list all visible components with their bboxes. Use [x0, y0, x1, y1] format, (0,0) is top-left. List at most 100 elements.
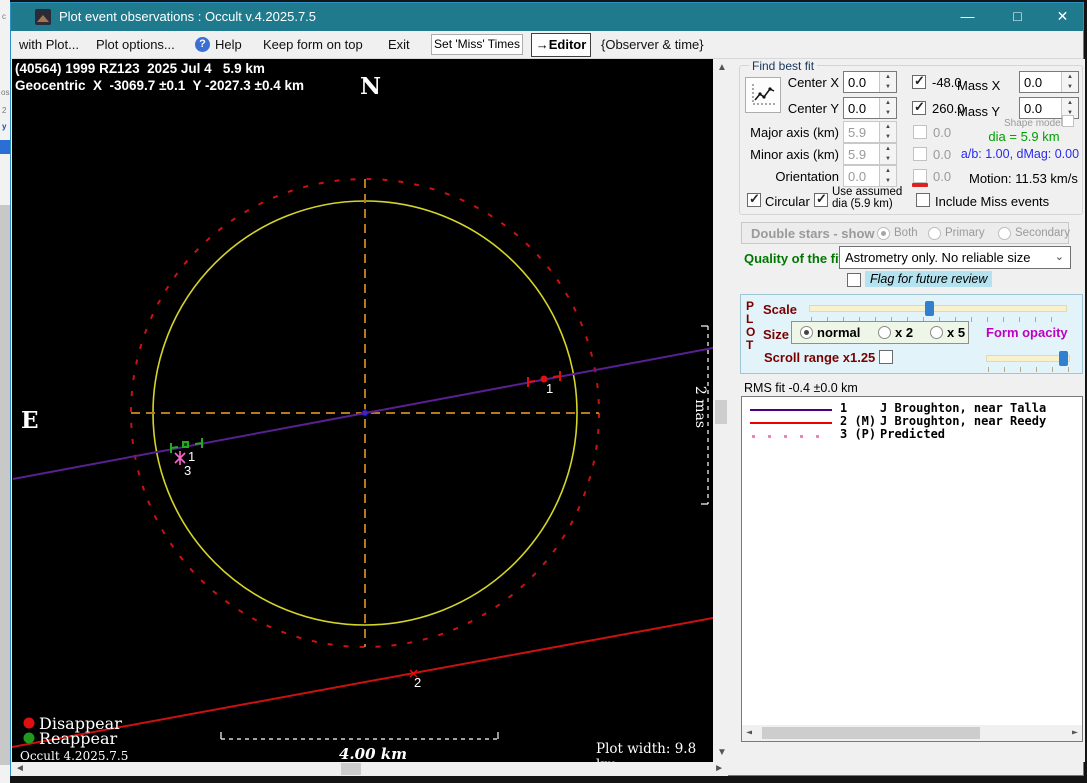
center-y-label: Center Y — [769, 101, 839, 116]
scale-slider[interactable] — [809, 305, 1067, 312]
center-x-spin-buttons[interactable]: ▲▼ — [879, 72, 896, 92]
scroll-up-icon[interactable]: ▲ — [717, 61, 727, 75]
size-normal-radio[interactable] — [800, 326, 813, 339]
east-label: E — [21, 407, 39, 434]
edge-text-fragment: c — [2, 12, 6, 21]
use-assumed-checkbox[interactable] — [814, 193, 828, 207]
reappear-dot — [24, 733, 35, 744]
mass-x-label: Mass X — [957, 78, 1000, 93]
scroll-range-checkbox[interactable] — [879, 350, 893, 364]
offset-y-checkbox[interactable] — [912, 101, 926, 115]
set-miss-times-button[interactable]: Set 'Miss' Times — [431, 34, 523, 55]
orientation-err-label: 0.0 — [933, 169, 951, 184]
flag-review-checkbox[interactable] — [847, 273, 861, 287]
observer-row-num: 1 — [840, 401, 847, 415]
center-y-value: 0.0 — [848, 101, 866, 116]
size-x2-radio[interactable] — [878, 326, 891, 339]
mass-y-label: Mass Y — [957, 104, 1000, 119]
menu-bar: with Plot... Plot options... ? Help Keep… — [11, 31, 1083, 59]
chord2-label: 2 — [414, 675, 421, 690]
plot-hscroll-thumb[interactable] — [341, 763, 361, 775]
ab-dmag-label: a/b: 1.00, dMag: 0.00 — [957, 147, 1083, 161]
form-opacity-button[interactable]: Form opacity — [986, 325, 1068, 340]
edge-selected-row — [0, 140, 10, 154]
control-panel: Find best fit Center X 0.0 ▲▼ -48.0 Mass… — [729, 59, 1085, 762]
major-axis-label: Major axis (km) — [749, 125, 839, 140]
opacity-slider-ticks — [988, 367, 1070, 372]
chord1-line-sample — [750, 409, 832, 411]
plot-horizontal-scrollbar[interactable]: ◄ ► — [11, 762, 728, 776]
include-miss-checkbox[interactable] — [916, 193, 930, 207]
orientation-label: Orientation — [749, 169, 839, 184]
scroll-right-icon[interactable]: ► — [714, 762, 724, 776]
size-x5-radio[interactable] — [930, 326, 943, 339]
list-scroll-left-icon[interactable]: ◄ — [746, 726, 752, 740]
window-title: Plot event observations : Occult v.4.202… — [59, 9, 316, 24]
circular-checkbox[interactable] — [747, 193, 761, 207]
scale-label: Scale — [763, 302, 797, 317]
list-hscroll-thumb[interactable] — [762, 727, 980, 739]
plot-letter-t: T — [746, 338, 753, 352]
list-scroll-right-icon[interactable]: ► — [1072, 726, 1078, 740]
maximize-button[interactable]: □ — [995, 3, 1040, 31]
minor-axis-err-checkbox — [913, 147, 927, 161]
opacity-slider-track[interactable] — [986, 355, 1070, 362]
double-stars-secondary-radio — [998, 227, 1011, 240]
scroll-down-icon[interactable]: ▼ — [717, 746, 727, 760]
quality-dropdown[interactable]: Astrometry only. No reliable size ⌄ — [839, 246, 1071, 269]
scroll-range-label: Scroll range x1.25 — [764, 350, 875, 365]
menu-with-plot[interactable]: with Plot... — [19, 37, 79, 52]
shape-model-checkbox[interactable] — [1062, 115, 1074, 127]
editor-button[interactable]: →Editor — [531, 33, 591, 57]
menu-exit[interactable]: Exit — [388, 37, 410, 52]
dia-label: dia = 5.9 km — [969, 129, 1079, 144]
major-axis-err-checkbox — [913, 125, 927, 139]
plot-letter-o: O — [746, 325, 755, 339]
observer-list[interactable]: 1 J Broughton, near Talla 2 (M) J Brough… — [741, 396, 1083, 742]
edge-text-fragment: os — [1, 88, 9, 97]
mass-x-spinner[interactable]: 0.0 ▲▼ — [1019, 71, 1079, 93]
minimize-button[interactable]: — — [945, 3, 990, 31]
title-bar[interactable]: Plot event observations : Occult v.4.202… — [11, 3, 1083, 31]
observer-time-label: {Observer & time} — [601, 37, 704, 52]
plot-vertical-scrollbar[interactable]: ▲ ▼ — [714, 59, 728, 762]
mass-y-value: 0.0 — [1024, 101, 1042, 116]
scale-slider-track[interactable] — [809, 305, 1067, 312]
plot-title-line1: (40564) 1999 RZ123 2025 Jul 4 5.9 km — [15, 61, 265, 76]
observer-row-name: Predicted — [880, 427, 945, 441]
chevron-down-icon[interactable]: ⌄ — [1055, 250, 1064, 263]
orientation-spinner: 0.0 ▲▼ — [843, 165, 897, 187]
plot-vscroll-thumb[interactable] — [715, 400, 727, 424]
chord1-green-label: 1 — [188, 449, 195, 464]
menu-help[interactable]: Help — [215, 37, 242, 52]
disappear-dot — [24, 718, 35, 729]
opacity-slider[interactable] — [986, 355, 1070, 362]
scale-slider-thumb[interactable] — [925, 301, 934, 316]
chord3-dotted-sample — [752, 435, 832, 438]
shape-model-label: Shape model — [1004, 118, 1063, 129]
opacity-slider-thumb[interactable] — [1059, 351, 1068, 366]
center-y-spinner[interactable]: 0.0 ▲▼ — [843, 97, 897, 119]
minor-axis-spin-buttons: ▲▼ — [879, 144, 896, 164]
app-icon — [35, 9, 51, 25]
circular-label: Circular — [765, 194, 810, 209]
menu-plot-options[interactable]: Plot options... — [96, 37, 175, 52]
mass-x-spin-buttons[interactable]: ▲▼ — [1061, 72, 1078, 92]
vertical-scale-label: 2 mas — [692, 385, 708, 429]
plot-area[interactable]: (40564) 1999 RZ123 2025 Jul 4 5.9 km Geo… — [12, 59, 713, 762]
center-y-spin-buttons[interactable]: ▲▼ — [879, 98, 896, 118]
find-best-fit-label: Find best fit — [749, 59, 817, 73]
scroll-left-icon[interactable]: ◄ — [15, 762, 25, 776]
menu-keep-on-top[interactable]: Keep form on top — [263, 37, 363, 52]
center-x-spinner[interactable]: 0.0 ▲▼ — [843, 71, 897, 93]
offset-x-checkbox[interactable] — [912, 75, 926, 89]
flag-review-label: Flag for future review — [865, 271, 992, 287]
major-axis-value: 5.9 — [848, 125, 866, 140]
list-horizontal-scrollbar[interactable]: ◄ ► — [742, 725, 1082, 741]
observer-row-name: J Broughton, near Reedy — [880, 414, 1046, 428]
chord3-label: 3 — [184, 463, 191, 478]
mass-x-value: 0.0 — [1024, 75, 1042, 90]
edge-text-fragment: y — [2, 122, 6, 131]
help-icon[interactable]: ? — [195, 37, 210, 52]
close-button[interactable]: ✕ — [1040, 3, 1085, 31]
